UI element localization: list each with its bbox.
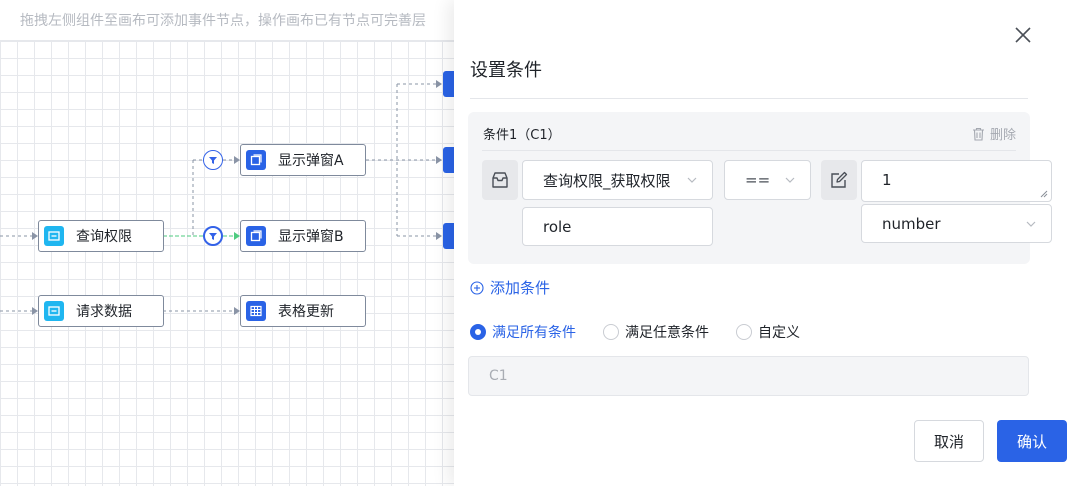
match-mode-radio-group: 满足所有条件 满足任意条件 自定义 — [470, 322, 827, 342]
close-icon[interactable] — [1012, 24, 1034, 46]
radio-any-condition[interactable]: 满足任意条件 — [603, 322, 709, 342]
target-value-textarea[interactable]: 1 — [861, 160, 1052, 202]
title-divider — [470, 98, 1028, 99]
table-icon — [246, 301, 266, 321]
card-icon — [44, 301, 64, 321]
source-select-value: 查询权限_获取权限 — [543, 171, 671, 190]
condition-card: 条件1（C1） 删除 查询权限_获取权限 role == 1 number — [468, 112, 1052, 264]
database-icon — [482, 160, 518, 200]
node-request-data[interactable]: 请求数据 — [38, 295, 164, 327]
radio-dot — [603, 324, 619, 340]
expression-field: C1 — [468, 356, 1029, 396]
radio-label: 满足所有条件 — [492, 325, 576, 341]
type-select[interactable]: number — [861, 204, 1052, 243]
radio-all-conditions[interactable]: 满足所有条件 — [470, 322, 576, 342]
condition-filter-icon[interactable] — [203, 226, 223, 246]
edit-icon[interactable] — [821, 160, 857, 200]
card-icon — [44, 226, 64, 246]
source-select[interactable]: 查询权限_获取权限 — [522, 160, 713, 200]
target-value: 1 — [882, 171, 892, 189]
delete-label: 删除 — [989, 128, 1016, 143]
cancel-button[interactable]: 取消 — [914, 420, 984, 462]
operator-select[interactable]: == — [724, 160, 811, 200]
node-partial[interactable] — [443, 71, 454, 97]
field-input-value: role — [543, 217, 572, 236]
confirm-button[interactable]: 确认 — [997, 420, 1067, 462]
resize-handle-icon[interactable] — [1040, 190, 1048, 198]
operator-select-value: == — [745, 171, 771, 189]
add-condition-button[interactable]: 添加条件 — [470, 277, 550, 298]
node-label: 查询权限 — [76, 229, 132, 245]
radio-custom[interactable]: 自定义 — [736, 322, 800, 342]
node-partial[interactable] — [443, 147, 454, 173]
radio-label: 自定义 — [758, 325, 800, 341]
condition-drawer: 设置条件 条件1（C1） 删除 查询权限_获取权限 role == 1 numb… — [454, 0, 1080, 486]
window-icon — [246, 150, 266, 170]
node-show-popup-a[interactable]: 显示弹窗A — [240, 144, 366, 176]
condition-separator — [482, 150, 1016, 151]
expression-value: C1 — [489, 368, 508, 384]
trash-icon — [972, 127, 984, 141]
node-label: 显示弹窗A — [278, 153, 344, 169]
node-query-permission[interactable]: 查询权限 — [38, 220, 164, 252]
node-show-popup-b[interactable]: 显示弹窗B — [240, 220, 366, 252]
delete-condition-button[interactable]: 删除 — [972, 124, 1016, 143]
condition-filter-icon[interactable] — [203, 150, 223, 170]
plus-circle-icon — [470, 280, 484, 295]
node-label: 请求数据 — [76, 304, 132, 320]
chevron-down-icon — [687, 177, 697, 183]
window-icon — [246, 226, 266, 246]
type-select-value: number — [882, 214, 941, 233]
chevron-down-icon — [1026, 221, 1036, 227]
flow-canvas[interactable]: 拖拽左侧组件至画布可添加事件节点，操作画布已有节点可完善层 查询权限 请求数据 … — [0, 0, 454, 486]
add-condition-label: 添加条件 — [490, 279, 551, 297]
drawer-title: 设置条件 — [470, 60, 542, 81]
node-partial[interactable] — [443, 223, 454, 249]
radio-label: 满足任意条件 — [625, 325, 709, 341]
condition-header: 条件1（C1） — [483, 128, 561, 143]
node-label: 显示弹窗B — [278, 229, 344, 245]
field-input[interactable]: role — [522, 207, 713, 246]
radio-dot — [470, 324, 486, 340]
node-label: 表格更新 — [278, 304, 334, 320]
chevron-down-icon — [785, 177, 795, 183]
radio-dot — [736, 324, 752, 340]
node-table-update[interactable]: 表格更新 — [240, 295, 366, 327]
